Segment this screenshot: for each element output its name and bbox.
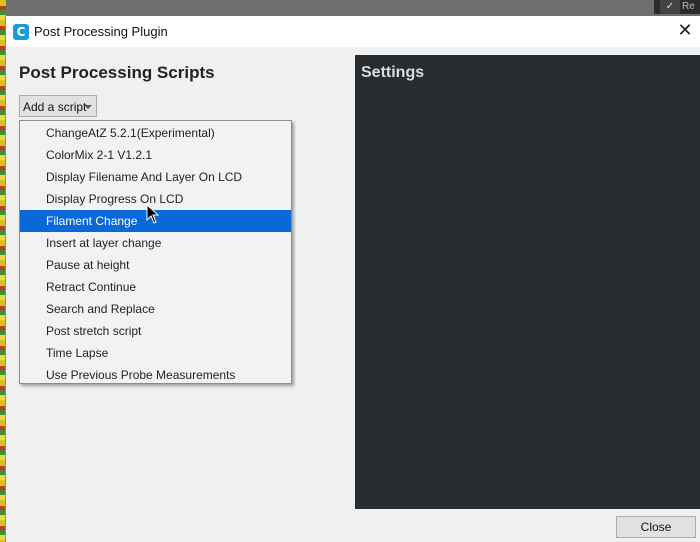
background-app-corner: ✓ Re	[654, 0, 700, 14]
title-bar: C Post Processing Plugin ✕	[6, 16, 700, 47]
settings-title: Settings	[361, 64, 425, 81]
dropdown-item[interactable]: ColorMix 2-1 V1.2.1	[20, 144, 291, 166]
dropdown-item[interactable]: Retract Continue	[20, 276, 291, 298]
close-button[interactable]: Close	[616, 516, 696, 538]
close-icon[interactable]: ✕	[673, 20, 697, 42]
chevron-down-icon	[84, 105, 92, 109]
dropdown-item[interactable]: Time Lapse	[20, 342, 291, 364]
add-script-label: Add a script	[23, 100, 87, 114]
dropdown-item[interactable]: Insert at layer change	[20, 232, 291, 254]
check-icon[interactable]: ✓	[660, 0, 680, 14]
cura-logo-icon: C	[13, 24, 29, 40]
dropdown-item[interactable]: Display Filename And Layer On LCD	[20, 166, 291, 188]
dropdown-item[interactable]: Use Previous Probe Measurements	[20, 364, 291, 386]
settings-panel: Settings	[355, 55, 700, 509]
dropdown-item[interactable]: ChangeAtZ 5.2.1(Experimental)	[20, 122, 291, 144]
background-app-toolbar	[0, 0, 700, 16]
script-dropdown-list: ChangeAtZ 5.2.1(Experimental) ColorMix 2-…	[19, 120, 292, 384]
add-script-button[interactable]: Add a script	[19, 95, 97, 117]
page-title: Post Processing Scripts	[19, 63, 215, 82]
mouse-pointer-icon	[146, 204, 160, 224]
window-title: Post Processing Plugin	[34, 24, 168, 39]
dropdown-item[interactable]: Post stretch script	[20, 320, 291, 342]
dropdown-item[interactable]: Search and Replace	[20, 298, 291, 320]
dropdown-item[interactable]: Pause at height	[20, 254, 291, 276]
post-processing-dialog: C Post Processing Plugin ✕ Post Processi…	[5, 16, 700, 542]
background-partial-label: Re	[682, 1, 695, 12]
